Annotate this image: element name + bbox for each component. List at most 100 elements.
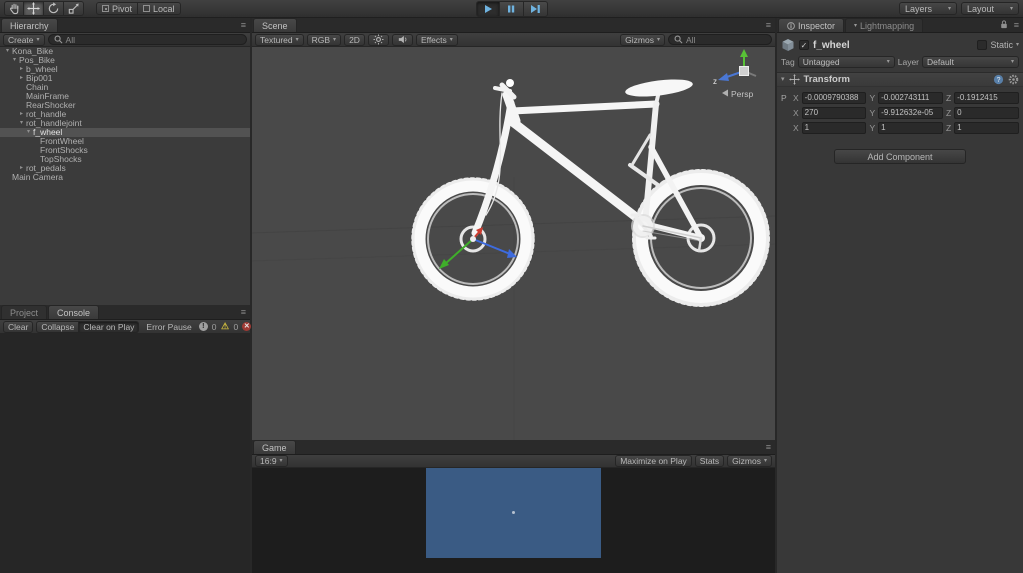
- scene-canvas[interactable]: z Persp: [252, 47, 775, 440]
- pivot-toggle-button[interactable]: Pivot: [96, 2, 139, 15]
- play-icon: [484, 5, 492, 13]
- speaker-icon: [398, 35, 407, 44]
- hierarchy-item[interactable]: FrontShocks: [0, 146, 250, 155]
- position-x-field[interactable]: -0.0009790388: [801, 91, 867, 104]
- orientation-cube[interactable]: [739, 66, 749, 76]
- scale-y-field[interactable]: 1: [878, 121, 943, 134]
- hand-icon: [9, 3, 18, 15]
- scale-tool-button[interactable]: [64, 1, 84, 16]
- gizmos-dropdown[interactable]: Gizmos ▾: [620, 33, 665, 46]
- render-mode-dropdown[interactable]: RGB ▾: [306, 33, 342, 46]
- rotation-x-field[interactable]: 270: [801, 106, 867, 119]
- tab-lightmapping[interactable]: ▾ Lightmapping: [845, 18, 924, 32]
- foldout-open-icon[interactable]: ▾: [24, 128, 33, 137]
- foldout-closed-icon[interactable]: ▸: [17, 110, 26, 119]
- clear-button[interactable]: Clear: [3, 320, 34, 333]
- scene-search-input[interactable]: All: [668, 34, 772, 45]
- maximize-on-play-button[interactable]: Maximize on Play: [615, 455, 692, 467]
- clear-on-play-button[interactable]: Clear on Play: [79, 320, 140, 333]
- panel-menu-icon[interactable]: ≡: [766, 442, 771, 452]
- svg-text:?: ?: [997, 77, 1001, 84]
- position-y-field[interactable]: -0.002743111: [878, 91, 943, 104]
- tab-console[interactable]: Console: [48, 305, 100, 319]
- scene-viewport[interactable]: z Persp: [252, 47, 775, 440]
- tab-scene[interactable]: Scene: [253, 18, 297, 32]
- rotate-tool-button[interactable]: [44, 1, 64, 16]
- orientation-gizmo[interactable]: z Persp: [713, 49, 757, 99]
- foldout-open-icon[interactable]: ▾: [17, 119, 26, 128]
- lock-icon[interactable]: [1000, 19, 1008, 31]
- rotation-y-field[interactable]: -9.912632e-05: [878, 106, 943, 119]
- pause-icon: [508, 5, 515, 13]
- tag-label: Tag: [781, 57, 795, 67]
- panel-menu-icon[interactable]: ≡: [241, 307, 246, 317]
- hierarchy-search-input[interactable]: All: [47, 34, 247, 45]
- shading-mode-dropdown[interactable]: Textured ▾: [255, 33, 304, 46]
- foldout-closed-icon[interactable]: ▸: [17, 74, 26, 83]
- tab-inspector[interactable]: Inspector: [778, 18, 845, 32]
- game-viewport[interactable]: [252, 468, 775, 573]
- gizmo-center-handle[interactable]: [470, 236, 476, 242]
- panel-menu-icon[interactable]: ≡: [1014, 20, 1019, 30]
- bike-model[interactable]: [411, 76, 770, 307]
- move-tool-button[interactable]: [24, 1, 44, 16]
- layers-label: Layers: [905, 3, 933, 14]
- add-component-button[interactable]: Add Component: [834, 149, 966, 164]
- layer-dropdown[interactable]: Default ▾: [922, 56, 1020, 68]
- local-toggle-button[interactable]: Local: [138, 2, 181, 15]
- scale-icon: [68, 3, 79, 14]
- panel-menu-icon[interactable]: ≡: [241, 20, 246, 30]
- pan-tool-button[interactable]: [4, 1, 24, 16]
- tag-dropdown[interactable]: Untagged ▾: [797, 56, 895, 68]
- chevron-down-icon: ▾: [279, 458, 283, 464]
- game-gizmos-dropdown[interactable]: Gizmos ▾: [727, 455, 772, 467]
- help-icon[interactable]: ?: [993, 74, 1004, 85]
- error-pause-button[interactable]: Error Pause: [142, 321, 195, 333]
- stats-button[interactable]: Stats: [694, 455, 725, 467]
- foldout-open-icon[interactable]: ▾: [10, 56, 19, 65]
- rotation-z-field[interactable]: 0: [954, 106, 1019, 119]
- distant-object-dot: [512, 511, 515, 514]
- position-row-label: P: [781, 92, 787, 103]
- tab-project[interactable]: Project: [1, 305, 48, 319]
- transform-component-header[interactable]: ▾ Transform ?: [777, 72, 1023, 87]
- foldout-open-icon[interactable]: ▾: [781, 76, 785, 83]
- transform-tools: [4, 1, 84, 16]
- tab-game[interactable]: Game: [253, 440, 296, 454]
- chevron-down-icon: ▾: [947, 5, 951, 12]
- transform-gizmo[interactable]: [439, 227, 517, 269]
- game-panel: Game ≡ 16:9 ▾ Maximize on Play Stats Giz…: [252, 440, 775, 573]
- scale-x-field[interactable]: 1: [801, 121, 867, 134]
- static-toggle[interactable]: Static ▾: [977, 40, 1019, 50]
- persp-label[interactable]: Persp: [731, 89, 753, 99]
- tab-hierarchy[interactable]: Hierarchy: [1, 18, 58, 32]
- hierarchy-item-selected[interactable]: ▾ f_wheel: [0, 128, 250, 137]
- layout-dropdown[interactable]: Layout ▾: [961, 2, 1019, 15]
- hierarchy-tree: ▾ Kona_Bike ▾ Pos_Bike ▸ b_wheel ▸ Bip001 Ch…: [0, 47, 250, 305]
- audio-toggle-button[interactable]: [391, 33, 413, 46]
- foldout-closed-icon[interactable]: ▸: [17, 65, 26, 74]
- static-checkbox[interactable]: [977, 40, 988, 50]
- gear-icon[interactable]: [1008, 74, 1019, 85]
- hierarchy-item[interactable]: Main Camera: [0, 173, 250, 182]
- pause-button[interactable]: [499, 1, 524, 17]
- aspect-ratio-dropdown[interactable]: 16:9 ▾: [255, 455, 288, 467]
- step-button[interactable]: [523, 1, 548, 17]
- console-log-area[interactable]: [0, 334, 250, 573]
- scene-panel: Scene ≡ Textured ▾ RGB ▾ 2D Effects ▾ Gi…: [252, 18, 775, 440]
- create-dropdown[interactable]: Create ▾: [3, 33, 45, 46]
- lighting-toggle-button[interactable]: [367, 33, 389, 46]
- effects-dropdown[interactable]: Effects ▾: [415, 33, 458, 46]
- error-icon: ✕: [242, 322, 252, 331]
- 2d-toggle-button[interactable]: 2D: [344, 33, 365, 46]
- panel-menu-icon[interactable]: ≡: [766, 20, 771, 30]
- collapse-button[interactable]: Collapse: [36, 320, 80, 333]
- foldout-open-icon[interactable]: ▾: [3, 47, 12, 56]
- active-checkbox[interactable]: ✓: [799, 40, 809, 50]
- play-button[interactable]: [475, 1, 500, 17]
- hierarchy-item[interactable]: FrontWheel: [0, 137, 250, 146]
- scale-z-field[interactable]: 1: [954, 121, 1019, 134]
- object-name-field[interactable]: f_wheel: [813, 40, 973, 51]
- layers-dropdown[interactable]: Layers ▾: [899, 2, 957, 15]
- position-z-field[interactable]: -0.1912415: [954, 91, 1019, 104]
